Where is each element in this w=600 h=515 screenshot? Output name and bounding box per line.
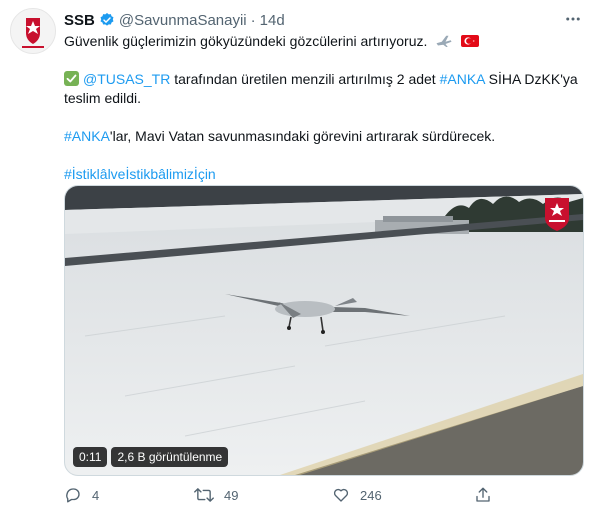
reply-icon bbox=[66, 488, 80, 503]
header-separator: · bbox=[250, 11, 256, 29]
hashtag-istiklal[interactable]: #İstiklâlveİstikbâlimizİçin bbox=[64, 166, 216, 182]
tweet-text: Güvenlik güçlerimizin gökyüzündeki gözcü… bbox=[64, 32, 584, 184]
airplane-emoji-icon bbox=[436, 35, 452, 47]
video-views: 2,6 B görüntülenme bbox=[111, 447, 229, 467]
reply-button[interactable]: 4 bbox=[64, 486, 99, 504]
check-mark-icon bbox=[64, 71, 79, 86]
text-line-2: @TUSAS_TR tarafından üretilen menzili ar… bbox=[64, 70, 584, 89]
tweet-time[interactable]: 14d bbox=[260, 12, 285, 29]
turkey-flag-icon bbox=[461, 35, 480, 47]
more-icon[interactable] bbox=[562, 8, 584, 30]
text-line-2-tail: SİHA DzKK'ya bbox=[484, 71, 578, 87]
ssb-logo bbox=[11, 9, 55, 53]
like-count: 246 bbox=[360, 487, 382, 503]
retweet-count: 49 bbox=[224, 487, 239, 503]
ssb-watermark-logo bbox=[545, 198, 569, 231]
avatar[interactable] bbox=[10, 8, 56, 54]
text-line-5: #İstiklâlveİstikbâlimizİçin bbox=[64, 165, 584, 184]
like-button[interactable]: 246 bbox=[332, 486, 382, 504]
video-duration: 0:11 bbox=[73, 447, 108, 467]
verified-badge-icon bbox=[100, 13, 114, 26]
text-line-4-content: 'lar, Mavi Vatan savunmasındaki görevini… bbox=[109, 128, 496, 144]
reply-count: 4 bbox=[92, 487, 100, 503]
retweet-button[interactable]: 49 bbox=[194, 486, 238, 504]
author-name[interactable]: SSB bbox=[64, 12, 95, 29]
retweet-icon bbox=[194, 488, 214, 502]
hashtag-anka[interactable]: #ANKA bbox=[440, 71, 485, 87]
tweet[interactable]: SSB @SavunmaSanayii · 14d Güvenlik güçle… bbox=[0, 0, 600, 515]
video-player[interactable]: 0:11 2,6 B görüntülenme bbox=[64, 185, 584, 476]
text-line-4: #ANKA'lar, Mavi Vatan savunmasındaki gör… bbox=[64, 127, 584, 146]
text-line-1: Güvenlik güçlerimizin gökyüzündeki gözcü… bbox=[64, 32, 584, 51]
share-icon bbox=[476, 487, 490, 502]
tweet-actions: 4 49 246 bbox=[64, 486, 584, 506]
share-button[interactable] bbox=[474, 486, 492, 504]
mention-tusas[interactable]: @TUSAS_TR bbox=[83, 71, 170, 87]
hashtag-anka-2[interactable]: #ANKA bbox=[64, 128, 110, 144]
author-handle[interactable]: @SavunmaSanayii bbox=[119, 12, 247, 29]
video-frame bbox=[65, 186, 583, 475]
text-line-2-content: tarafından üretilen menzili artırılmış 2… bbox=[170, 71, 440, 87]
tweet-header: SSB @SavunmaSanayii · 14d bbox=[64, 10, 285, 30]
video-info-overlay: 0:11 2,6 B görüntülenme bbox=[73, 447, 229, 467]
text-line-1-content: Güvenlik güçlerimizin gökyüzündeki gözcü… bbox=[64, 33, 428, 49]
text-line-3: teslim edildi. bbox=[64, 90, 142, 106]
heart-icon bbox=[333, 488, 349, 502]
